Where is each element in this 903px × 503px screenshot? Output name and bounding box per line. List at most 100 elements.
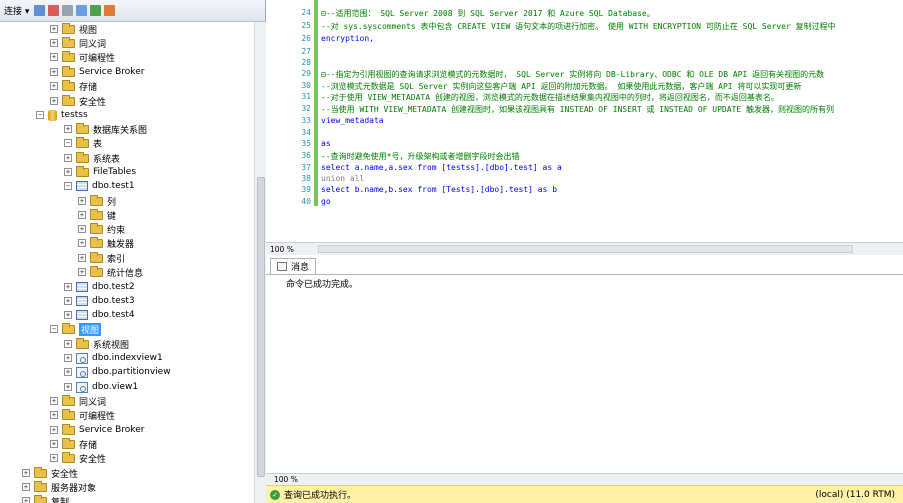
code-line[interactable]: ⊟--指定为引用视图的查询请求浏览模式的元数据时， SQL Server 实例将… xyxy=(321,69,824,80)
expand-icon[interactable]: + xyxy=(78,211,86,219)
tree-node[interactable]: + 服务器对象 xyxy=(22,480,96,494)
expand-icon[interactable]: + xyxy=(50,426,58,434)
folder-icon xyxy=(62,22,75,34)
tree-node[interactable]: + 统计信息 xyxy=(78,265,143,279)
tree-node[interactable]: + dbo.indexview1 xyxy=(64,351,163,365)
expand-icon[interactable]: + xyxy=(78,239,86,247)
results-zoom[interactable]: 100 % xyxy=(266,473,903,485)
disconnect-icon[interactable] xyxy=(48,5,60,16)
code-line[interactable]: as xyxy=(321,139,331,148)
code-line[interactable]: ⊟--适用范围： SQL Server 2008 到 SQL Server 20… xyxy=(321,8,655,19)
tree-node[interactable]: + 系统视图 xyxy=(64,337,129,351)
expand-icon[interactable]: + xyxy=(50,440,58,448)
folder-icon xyxy=(62,451,75,463)
code-line[interactable]: --浏览模式元数据是 SQL Server 实例向这些客户端 API 返回的附加… xyxy=(321,81,801,92)
tree-node[interactable]: + 安全性 xyxy=(50,451,106,465)
expand-icon[interactable]: + xyxy=(50,82,58,90)
query-editor[interactable]: 2324⊟--适用范围： SQL Server 2008 到 SQL Serve… xyxy=(266,0,903,242)
tree-node[interactable]: + 列 xyxy=(78,194,116,208)
folder-icon xyxy=(62,79,75,91)
connect-icon[interactable] xyxy=(34,5,46,16)
expand-icon[interactable]: + xyxy=(50,397,58,405)
tree-node[interactable]: + Service Broker xyxy=(50,423,144,437)
expand-icon[interactable]: + xyxy=(64,354,72,362)
collapse-icon[interactable]: − xyxy=(36,111,44,119)
tree-node[interactable]: − 视图 xyxy=(50,322,102,336)
tree-scrollbar-thumb[interactable] xyxy=(257,177,265,477)
code-line[interactable]: --查询时避免使用*号，升级架构或者增删字段时会出错 xyxy=(321,151,519,162)
expand-icon[interactable]: + xyxy=(64,125,72,133)
expand-icon[interactable]: + xyxy=(64,168,72,176)
tree-node[interactable]: + 触发器 xyxy=(78,236,134,250)
tree-node[interactable]: + 数据库关系图 xyxy=(64,122,147,136)
tree-node[interactable]: + 同义词 xyxy=(50,394,106,408)
collapse-icon[interactable]: − xyxy=(64,182,72,190)
tree-node[interactable]: + 同义词 xyxy=(50,36,106,50)
expand-icon[interactable]: + xyxy=(50,68,58,76)
tree-node[interactable]: + 存储 xyxy=(50,79,97,93)
folder-icon xyxy=(90,251,103,263)
tree-node[interactable]: + 可编程性 xyxy=(50,50,115,64)
code-line[interactable]: go xyxy=(321,197,331,206)
editor-zoom[interactable]: 100 % xyxy=(266,245,306,254)
tree-node[interactable]: − testss xyxy=(36,108,88,122)
code-line[interactable]: --当使用 WITH VIEW_METADATA 创建视图时，如果该视图具有 I… xyxy=(321,104,834,115)
expand-icon[interactable]: + xyxy=(64,283,72,291)
collapse-icon[interactable]: − xyxy=(50,325,58,333)
expand-icon[interactable]: + xyxy=(22,469,30,477)
editor-horizontal-scrollbar[interactable] xyxy=(318,245,853,253)
tree-node[interactable]: − dbo.test1 xyxy=(64,179,135,193)
activity-monitor-icon[interactable] xyxy=(104,5,116,16)
tree-node[interactable]: + dbo.test2 xyxy=(64,280,135,294)
expand-icon[interactable]: + xyxy=(50,53,58,61)
expand-icon[interactable]: + xyxy=(78,254,86,262)
tree-node[interactable]: + FileTables xyxy=(64,165,136,179)
tree-node[interactable]: + Service Broker xyxy=(50,65,144,79)
expand-icon[interactable]: + xyxy=(64,297,72,305)
connect-button[interactable]: 连接 ▾ xyxy=(4,4,29,17)
code-line[interactable]: select a.name,a.sex from [testss].[dbo].… xyxy=(321,163,562,172)
expand-icon[interactable]: + xyxy=(50,454,58,462)
tree-node[interactable]: + 安全性 xyxy=(50,94,106,108)
tree-node[interactable]: + 可编程性 xyxy=(50,408,115,422)
expand-icon[interactable]: + xyxy=(64,340,72,348)
expand-icon[interactable]: + xyxy=(78,225,86,233)
code-line[interactable]: view_metadata xyxy=(321,116,384,125)
tree-node[interactable]: + 视图 xyxy=(50,22,97,36)
expand-icon[interactable]: + xyxy=(50,39,58,47)
expand-icon[interactable]: + xyxy=(50,97,58,105)
tree-node[interactable]: + 约束 xyxy=(78,222,125,236)
expand-icon[interactable]: + xyxy=(78,268,86,276)
expand-icon[interactable]: + xyxy=(64,311,72,319)
expand-icon[interactable]: + xyxy=(64,368,72,376)
expand-icon[interactable]: + xyxy=(22,497,30,503)
tree-node[interactable]: + 复制 xyxy=(22,494,69,503)
expand-icon[interactable]: + xyxy=(50,25,58,33)
code-line[interactable]: select b.name,b.sex from [Tests].[dbo].t… xyxy=(321,185,557,194)
tree-node[interactable]: − 表 xyxy=(64,136,102,150)
expand-icon[interactable]: + xyxy=(22,483,30,491)
expand-icon[interactable]: + xyxy=(50,411,58,419)
expand-icon[interactable]: + xyxy=(78,197,86,205)
tree-node[interactable]: + dbo.partitionview xyxy=(64,365,171,379)
code-line[interactable]: --对 sys.syscomments 表中包含 CREATE VIEW 语句文… xyxy=(321,21,836,32)
code-line[interactable]: union all xyxy=(321,174,364,183)
expand-icon[interactable]: + xyxy=(64,154,72,162)
tab-messages[interactable]: 消息 xyxy=(270,258,317,274)
tree-scrollbar[interactable] xyxy=(254,22,266,503)
tree-node[interactable]: + dbo.view1 xyxy=(64,380,138,394)
tree-node[interactable]: + 系统表 xyxy=(64,151,120,165)
code-line[interactable]: --对于使用 VIEW_METADATA 创建的视图，浏览模式的元数据在描述结果… xyxy=(321,92,779,103)
tree-node[interactable]: + dbo.test3 xyxy=(64,294,135,308)
stop-icon[interactable] xyxy=(62,5,74,16)
refresh-icon[interactable] xyxy=(90,5,102,16)
filter-icon[interactable] xyxy=(76,5,88,16)
tree-node[interactable]: + 索引 xyxy=(78,251,125,265)
tree-node[interactable]: + 存储 xyxy=(50,437,97,451)
tree-node[interactable]: + 键 xyxy=(78,208,116,222)
tree-node[interactable]: + dbo.test4 xyxy=(64,308,135,322)
expand-icon[interactable]: + xyxy=(64,383,72,391)
tree-node[interactable]: + 安全性 xyxy=(22,466,78,480)
code-line[interactable]: encryption, xyxy=(321,34,374,43)
collapse-icon[interactable]: − xyxy=(64,139,72,147)
